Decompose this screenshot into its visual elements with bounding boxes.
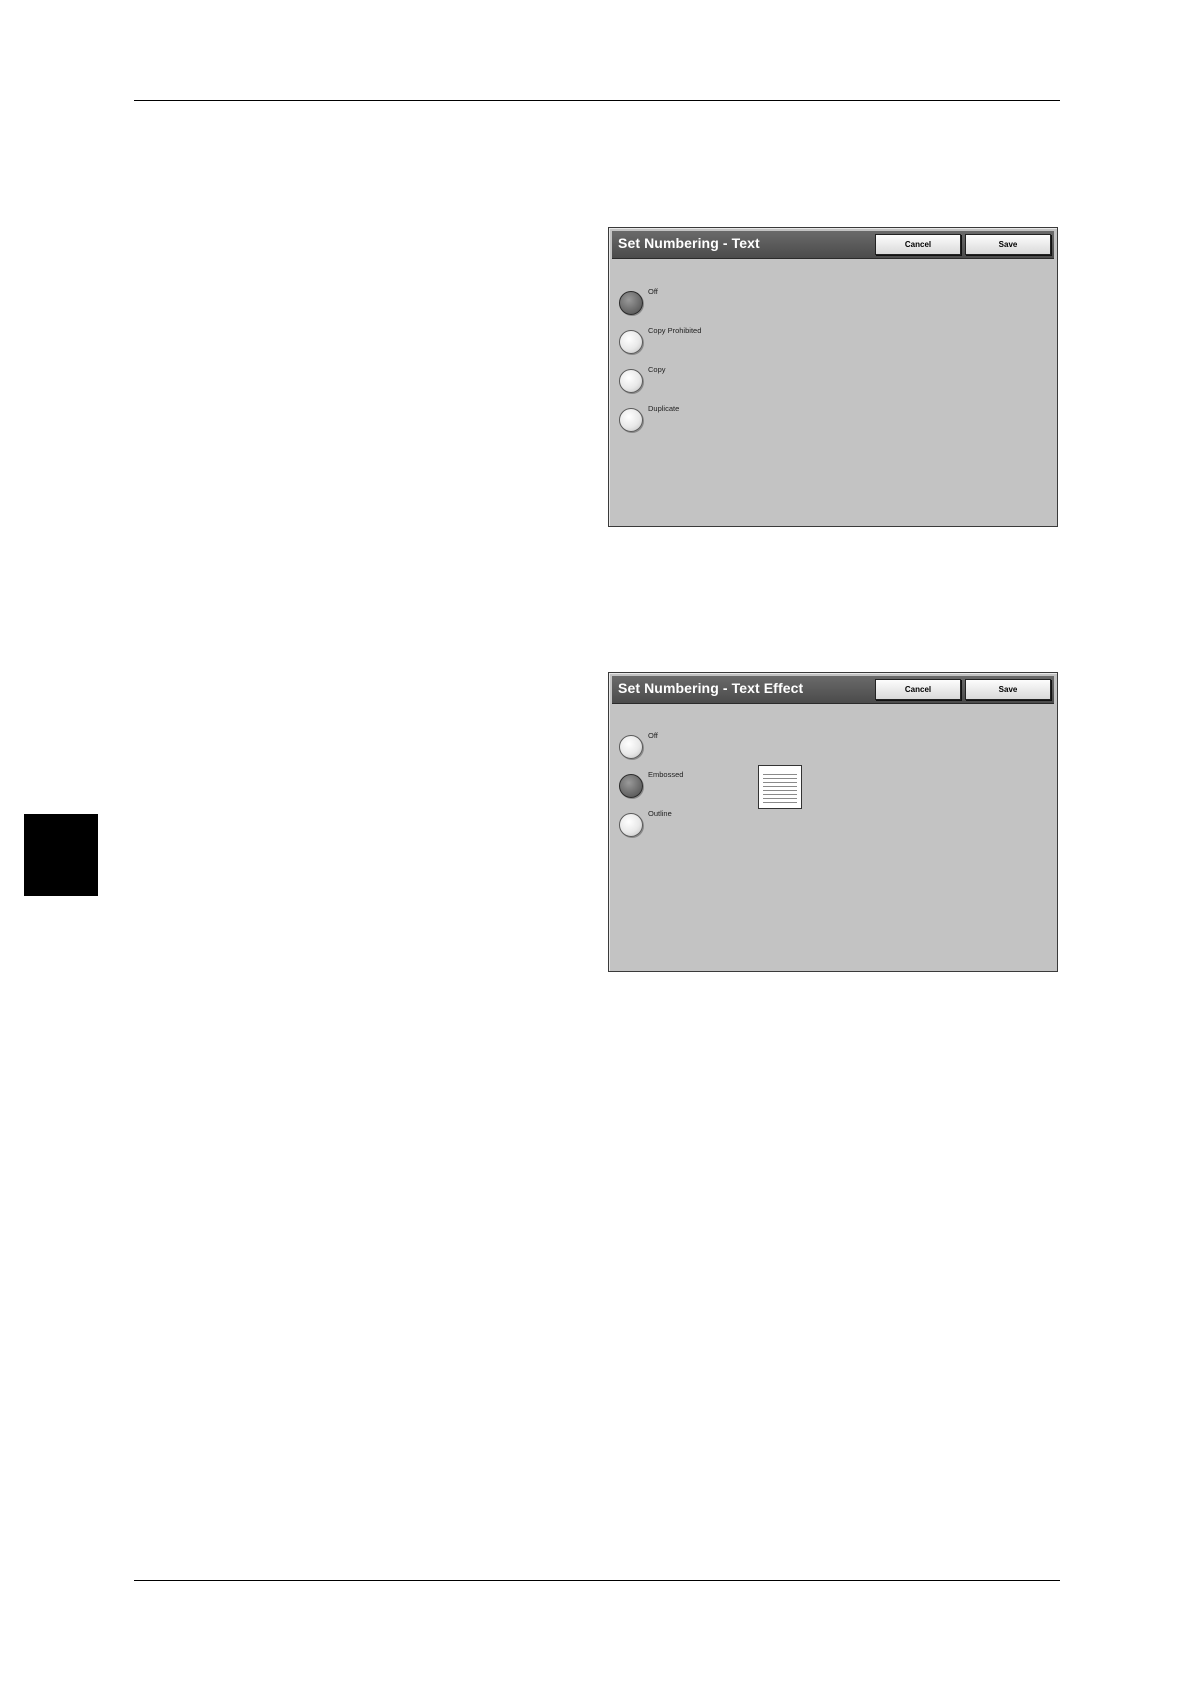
radio-button-selected[interactable] [619, 774, 643, 798]
option-label: Copy Prohibited [648, 326, 702, 335]
set-numbering-text-effect-panel: Set Numbering - Text Effect Cancel Save … [608, 672, 1058, 972]
option-label: Copy [648, 365, 666, 374]
option-label: Embossed [648, 770, 684, 779]
option-label: Outline [648, 809, 672, 818]
radio-button[interactable] [619, 408, 643, 432]
set-numbering-text-panel: Set Numbering - Text Cancel Save Off Cop… [608, 227, 1058, 527]
radio-button[interactable] [619, 330, 643, 354]
panel-title: Set Numbering - Text [618, 235, 760, 251]
option-label: Duplicate [648, 404, 680, 413]
panel-titlebar: Set Numbering - Text Effect Cancel Save [612, 676, 1054, 704]
radio-button-selected[interactable] [619, 291, 643, 315]
header-rule [134, 100, 1060, 101]
panel-title: Set Numbering - Text Effect [618, 680, 804, 696]
option-label: Off [648, 731, 658, 740]
radio-button[interactable] [619, 369, 643, 393]
option-label: Off [648, 287, 658, 296]
cancel-button[interactable]: Cancel [875, 234, 961, 255]
cancel-button[interactable]: Cancel [875, 679, 961, 700]
radio-button[interactable] [619, 813, 643, 837]
radio-button[interactable] [619, 735, 643, 759]
panel-titlebar: Set Numbering - Text Cancel Save [612, 231, 1054, 259]
footer-rule [134, 1580, 1060, 1581]
save-button[interactable]: Save [965, 234, 1051, 255]
embossed-text-preview-icon [758, 765, 802, 809]
save-button[interactable]: Save [965, 679, 1051, 700]
chapter-tab-marker [24, 814, 98, 896]
